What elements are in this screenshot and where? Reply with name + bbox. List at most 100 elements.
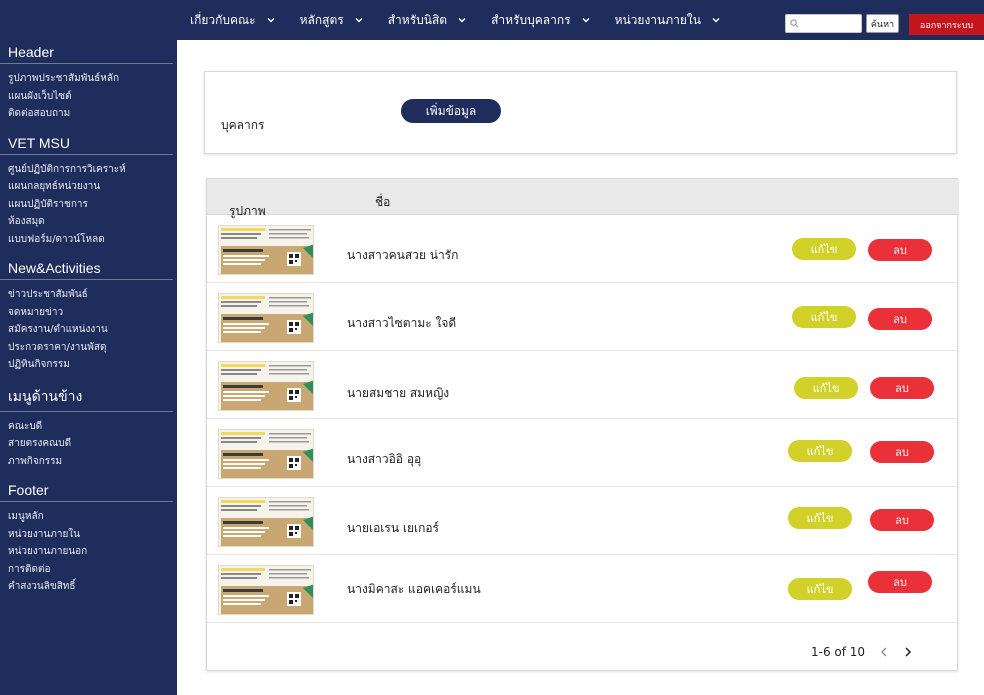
sidebar-item[interactable]: รูปภาพประชาสัมพันธ์หลัก <box>0 70 177 88</box>
staff-table-card: รูปภาพ ชื่อ นางสาวคนสวย น่ารัก แก้ไข ลบ … <box>206 178 959 671</box>
chevron-left-icon[interactable] <box>879 646 889 658</box>
poster-thumbnail-image <box>219 498 313 546</box>
sidebar-item[interactable]: ประกวดราคา/งานพัสดุ <box>0 339 177 357</box>
chevron-down-icon <box>458 18 466 23</box>
sidebar-item[interactable]: สายตรงคณบดี <box>0 435 177 453</box>
sidebar-item[interactable]: การติดต่อ <box>0 561 177 579</box>
poster-thumbnail-image <box>219 226 313 274</box>
sidebar-item[interactable]: แผนผังเว็บไซต์ <box>0 88 177 106</box>
delete-button[interactable]: ลบ <box>868 239 932 261</box>
staff-photo-thumbnail <box>218 293 314 343</box>
sidebar-section-news-activities: New&Activities ข่าวประชาสัมพันธ์ จดหมายข… <box>0 256 177 382</box>
staff-header-card: บุคลากร เพิ่มข้อมูล <box>204 71 957 154</box>
staff-photo-thumbnail <box>218 497 314 547</box>
poster-thumbnail-image <box>219 362 313 410</box>
table-row: นางสาวอิอิ อุอุ แก้ไข ลบ <box>207 420 959 487</box>
table-row: นางมิคาสะ แอคเคอร์แมน แก้ไข ลบ <box>207 556 959 623</box>
poster-thumbnail-image <box>219 430 313 478</box>
chevron-down-icon <box>355 18 363 23</box>
sidebar-items: ข่าวประชาสัมพันธ์ จดหมายข่าว สมัครงาน/ตำ… <box>0 280 177 382</box>
sidebar-item[interactable]: หน่วยงานภายใน <box>0 526 177 544</box>
sidebar-item[interactable]: ปฏิทินกิจกรรม <box>0 356 177 374</box>
delete-button[interactable]: ลบ <box>870 377 934 399</box>
logout-button[interactable]: ออกจากระบบ <box>909 14 984 35</box>
edit-button[interactable]: แก้ไข <box>792 238 856 260</box>
chevron-down-icon <box>712 18 720 23</box>
poster-thumbnail-image <box>219 294 313 342</box>
edit-button[interactable]: แก้ไข <box>788 578 852 600</box>
pagination: 1-6 of 10 <box>811 645 913 659</box>
topnav-item-internal-units[interactable]: หน่วยงานภายใน <box>615 11 721 30</box>
sidebar-item[interactable]: เมนูหลัก <box>0 508 177 526</box>
add-data-button[interactable]: เพิ่มข้อมูล <box>401 99 501 123</box>
delete-button[interactable]: ลบ <box>868 308 932 330</box>
staff-photo-thumbnail <box>218 565 314 615</box>
edit-button[interactable]: แก้ไข <box>792 306 856 328</box>
topnav-item-curriculum[interactable]: หลักสูตร <box>300 11 364 30</box>
table-row: นางสาวคนสวย น่ารัก แก้ไข ลบ <box>207 216 959 283</box>
sidebar-section-title: Header <box>0 40 173 64</box>
edit-button[interactable]: แก้ไข <box>788 507 852 529</box>
sidebar-section-header: Header รูปภาพประชาสัมพันธ์หลัก แผนผังเว็… <box>0 40 177 131</box>
sidebar-section-title: เมนูด้านข้าง <box>0 382 173 412</box>
sidebar-item[interactable]: จดหมายข่าว <box>0 304 177 322</box>
delete-button[interactable]: ลบ <box>868 571 932 593</box>
pagination-range: 1-6 of 10 <box>811 645 866 659</box>
staff-name: นางสาวไซตามะ ใจดี <box>347 316 457 330</box>
chevron-down-icon <box>267 18 275 23</box>
sidebar-item[interactable]: คำสงวนลิขสิทธิ์ <box>0 578 177 596</box>
search-icon <box>790 19 799 28</box>
sidebar-item[interactable]: แผนกลยุทธ์หน่วยงาน <box>0 178 177 196</box>
topnav-label: สำหรับนิสิต <box>387 12 448 27</box>
chevron-right-icon[interactable] <box>903 646 913 658</box>
staff-photo-thumbnail <box>218 225 314 275</box>
sidebar-section-side-menu: เมนูด้านข้าง คณะบดี สายตรงคณบดี ภาพกิจกร… <box>0 382 177 479</box>
table-row: นายเอเรน เยเกอร์ แก้ไข ลบ <box>207 488 959 555</box>
topnav-item-students[interactable]: สำหรับนิสิต <box>388 11 467 30</box>
top-navbar: เกี่ยวกับคณะ หลักสูตร สำหรับนิสิต สำหรับ… <box>0 0 984 40</box>
sidebar-item[interactable]: แบบฟอร์ม/ดาวน์โหลด <box>0 231 177 249</box>
topnav-label: หลักสูตร <box>299 12 344 27</box>
table-row: นายสมชาย สมหญิง แก้ไข ลบ <box>207 352 959 419</box>
search-box[interactable] <box>785 14 862 33</box>
sidebar-section-vet-msu: VET MSU ศูนย์ปฏิบัติการการวิเคราะห์ แผนก… <box>0 131 177 257</box>
sidebar-item[interactable]: หน่วยงานภายนอก <box>0 543 177 561</box>
sidebar: Header รูปภาพประชาสัมพันธ์หลัก แผนผังเว็… <box>0 40 177 695</box>
search-input[interactable] <box>801 18 857 29</box>
sidebar-item[interactable]: แผนปฏิบัติราชการ <box>0 196 177 214</box>
topnav-item-staff[interactable]: สำหรับบุคลากร <box>491 11 590 30</box>
topnav-item-about[interactable]: เกี่ยวกับคณะ <box>190 11 276 30</box>
sidebar-items: รูปภาพประชาสัมพันธ์หลัก แผนผังเว็บไซต์ ต… <box>0 64 177 131</box>
staff-photo-thumbnail <box>218 429 314 479</box>
poster-thumbnail-image <box>219 566 313 614</box>
sidebar-item[interactable]: ศูนย์ปฏิบัติการการวิเคราะห์ <box>0 161 177 179</box>
sidebar-item[interactable]: ติดต่อสอบถาม <box>0 105 177 123</box>
sidebar-item[interactable]: สมัครงาน/ตำแหน่งงาน <box>0 321 177 339</box>
topnav-label: หน่วยงานภายใน <box>614 12 701 27</box>
sidebar-section-title: Footer <box>0 478 173 502</box>
top-nav-menu: เกี่ยวกับคณะ หลักสูตร สำหรับนิสิต สำหรับ… <box>190 0 745 40</box>
delete-button[interactable]: ลบ <box>870 509 934 531</box>
staff-name: นางสาวคนสวย น่ารัก <box>347 248 459 262</box>
sidebar-item[interactable]: ห้องสมุด <box>0 213 177 231</box>
staff-name: นายเอเรน เยเกอร์ <box>347 521 439 535</box>
chevron-down-icon <box>582 18 590 23</box>
staff-name: นางสาวอิอิ อุอุ <box>347 452 422 466</box>
delete-button[interactable]: ลบ <box>870 441 934 463</box>
edit-button[interactable]: แก้ไข <box>788 440 852 462</box>
table-row: นางสาวไซตามะ ใจดี แก้ไข ลบ <box>207 284 959 351</box>
sidebar-item[interactable]: ภาพกิจกรรม <box>0 453 177 471</box>
column-header-name: ชื่อ <box>375 195 391 209</box>
sidebar-item[interactable]: คณะบดี <box>0 418 177 436</box>
topnav-label: สำหรับบุคลากร <box>491 12 571 27</box>
sidebar-section-title: VET MSU <box>0 131 173 155</box>
topnav-label: เกี่ยวกับคณะ <box>190 12 256 27</box>
sidebar-item[interactable]: ข่าวประชาสัมพันธ์ <box>0 286 177 304</box>
edit-button[interactable]: แก้ไข <box>794 377 858 399</box>
sidebar-items: ศูนย์ปฏิบัติการการวิเคราะห์ แผนกลยุทธ์หน… <box>0 155 177 257</box>
sidebar-items: คณะบดี สายตรงคณบดี ภาพกิจกรรม <box>0 412 177 479</box>
staff-photo-thumbnail <box>218 361 314 411</box>
staff-name: นายสมชาย สมหญิง <box>347 386 450 400</box>
section-label: บุคลากร <box>221 118 265 132</box>
search-button[interactable]: ค้นหา <box>866 14 899 33</box>
